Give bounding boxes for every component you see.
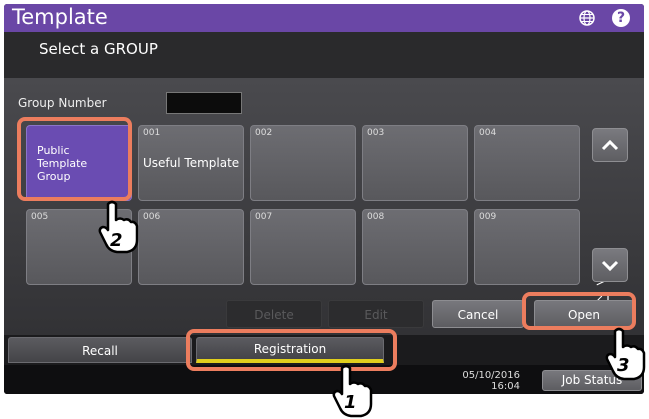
highlight-public-group bbox=[17, 117, 132, 201]
group-number-input[interactable] bbox=[166, 92, 242, 114]
tile-001[interactable]: 001 Useful Template bbox=[138, 125, 244, 201]
step-2-number: 2 bbox=[110, 230, 123, 251]
page-up-button[interactable] bbox=[592, 128, 628, 162]
status-time: 16:04 bbox=[491, 381, 520, 392]
tab-recall[interactable]: Recall bbox=[8, 337, 192, 363]
tile-004[interactable]: 004 bbox=[474, 125, 580, 201]
delete-button[interactable]: Delete bbox=[226, 300, 322, 328]
tile-008[interactable]: 008 bbox=[362, 209, 468, 285]
tile-number: 005 bbox=[31, 212, 49, 222]
tile-number: 008 bbox=[367, 212, 385, 222]
screen-title: Template bbox=[12, 5, 108, 29]
status-date: 05/10/2016 bbox=[462, 370, 520, 381]
tile-003[interactable]: 003 bbox=[362, 125, 468, 201]
step-3-number: 3 bbox=[617, 355, 630, 376]
tile-number: 002 bbox=[255, 128, 273, 138]
tile-002[interactable]: 002 bbox=[250, 125, 356, 201]
edit-button[interactable]: Edit bbox=[328, 300, 424, 328]
page-down-button[interactable] bbox=[592, 248, 628, 282]
subheader: Select a GROUP bbox=[4, 32, 644, 78]
chevron-up-icon bbox=[601, 139, 619, 151]
group-number-label: Group Number bbox=[18, 96, 107, 110]
tile-007[interactable]: 007 bbox=[250, 209, 356, 285]
tile-006[interactable]: 006 bbox=[138, 209, 244, 285]
chevron-down-icon bbox=[601, 260, 619, 272]
date-time: 05/10/2016 16:04 bbox=[444, 370, 520, 392]
tile-name: Useful Template bbox=[143, 156, 240, 170]
help-icon[interactable]: ? bbox=[612, 9, 630, 27]
title-bar: Template ? bbox=[4, 4, 644, 32]
globe-icon[interactable] bbox=[579, 10, 595, 26]
cancel-button[interactable]: Cancel bbox=[432, 300, 524, 328]
step-1-number: 1 bbox=[344, 392, 357, 413]
tile-number: 003 bbox=[367, 128, 385, 138]
page-subtitle: Select a GROUP bbox=[39, 40, 158, 58]
tile-number: 009 bbox=[479, 212, 497, 222]
tile-009[interactable]: 009 bbox=[474, 209, 580, 285]
tile-number: 004 bbox=[479, 128, 497, 138]
tile-number: 001 bbox=[143, 128, 161, 138]
tile-number: 007 bbox=[255, 212, 273, 222]
tile-number: 006 bbox=[143, 212, 161, 222]
